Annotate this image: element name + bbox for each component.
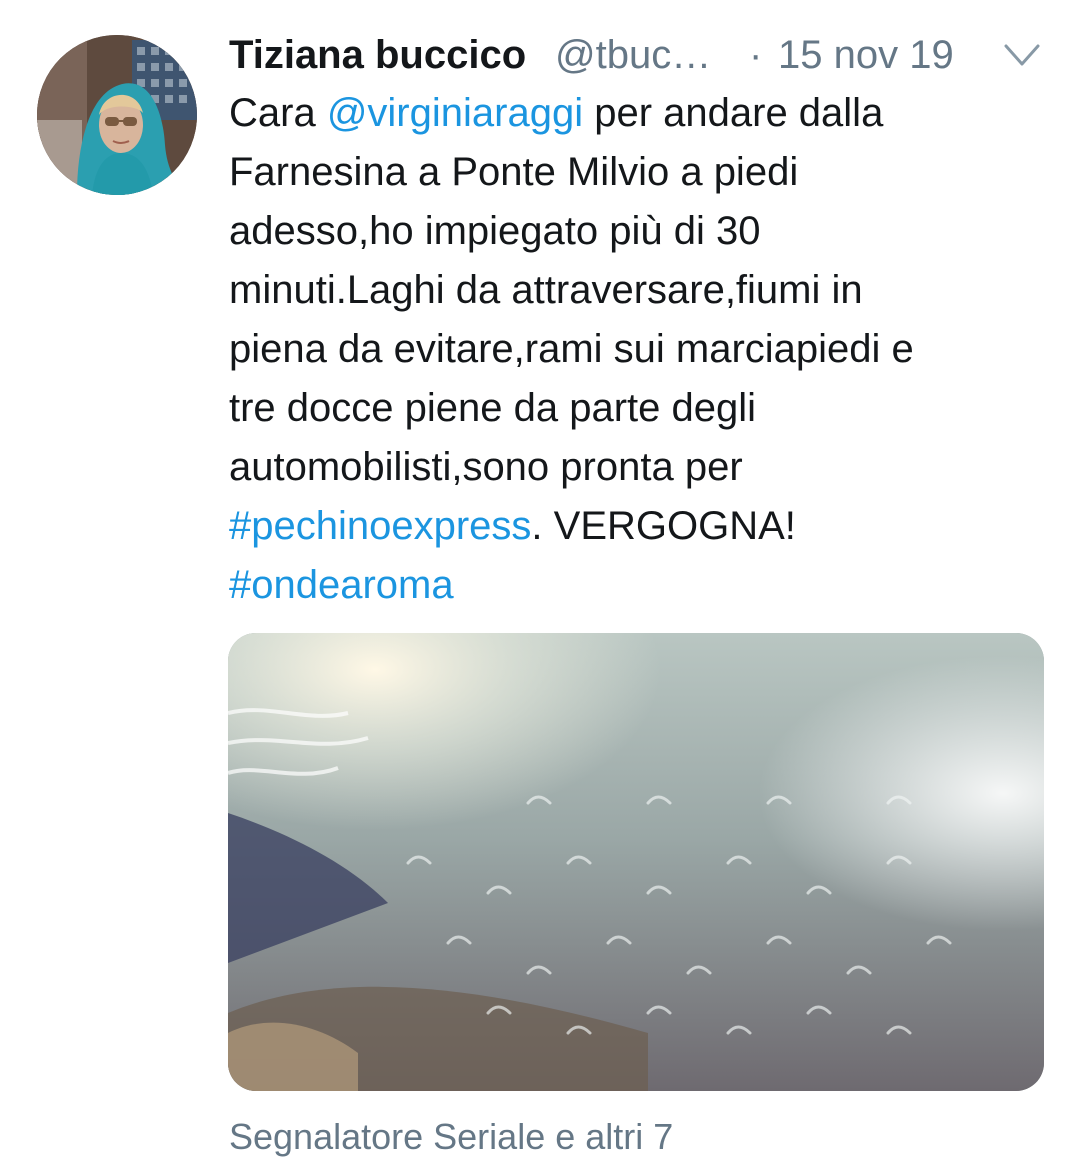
separator-dot: ·: [749, 33, 763, 77]
tweet-text-line: Farnesina a Ponte Milvio a piedi: [229, 150, 799, 194]
tweet-text: Cara @virginiaraggi per andare dalla Far…: [229, 84, 1029, 615]
mention-link[interactable]: @virginiaraggi: [327, 91, 583, 135]
user-handle[interactable]: @tbuc…: [555, 28, 711, 82]
text-segment: per andare dalla: [583, 91, 884, 135]
chevron-down-icon[interactable]: [1002, 38, 1042, 72]
text-segment: Cara: [229, 91, 327, 135]
tweet[interactable]: Tiziana buccico @tbuc… · 15 nov 19 Cara …: [0, 0, 1080, 1176]
tweet-text-line: adesso,ho impiegato più di 30: [229, 209, 761, 253]
tweet-text-line: minuti.Laghi da attraversare,fiumi in: [229, 268, 863, 312]
social-context[interactable]: Segnalatore Seriale e altri 7: [229, 1113, 673, 1161]
hashtag-link[interactable]: #pechinoexpress: [229, 504, 531, 548]
display-name[interactable]: Tiziana buccico: [229, 28, 526, 82]
tweet-text-line: automobilisti,sono pronta per: [229, 445, 743, 489]
tweet-header: Tiziana buccico @tbuc… · 15 nov 19: [229, 28, 1049, 82]
tweet-text-line: Cara @virginiaraggi per andare dalla: [229, 84, 1029, 143]
tweet-media-image[interactable]: [228, 633, 1044, 1091]
tweet-text-line: tre docce piene da parte degli: [229, 386, 757, 430]
tweet-text-line: #pechinoexpress. VERGOGNA!: [229, 497, 1029, 556]
avatar[interactable]: [37, 35, 197, 195]
tweet-text-line: #ondearoma: [229, 556, 1029, 615]
tweet-date[interactable]: 15 nov 19: [778, 28, 954, 82]
hashtag-link[interactable]: #ondearoma: [229, 563, 454, 607]
text-segment: . VERGOGNA!: [531, 504, 796, 548]
tweet-text-line: piena da evitare,rami sui marciapiedi e: [229, 327, 914, 371]
